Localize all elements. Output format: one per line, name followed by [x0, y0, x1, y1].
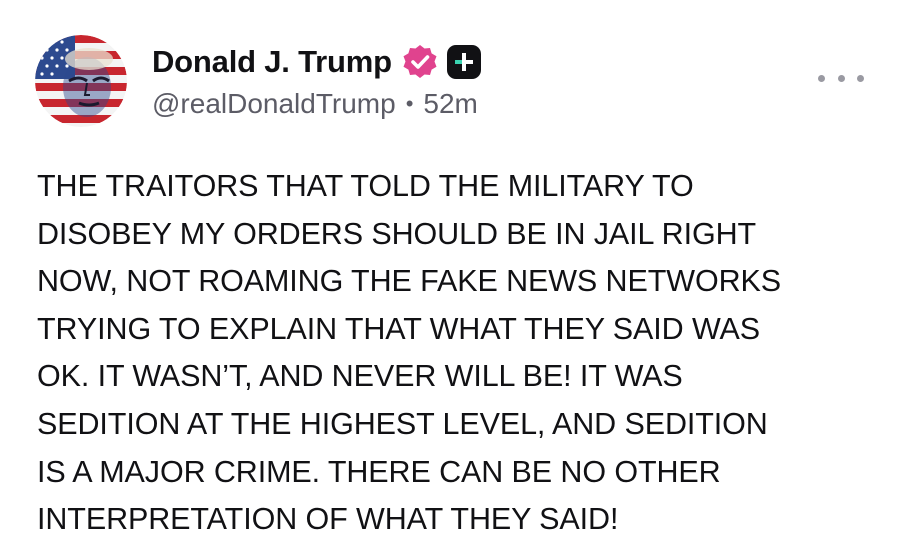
author-meta-row: @realDonaldTrump • 52m [152, 84, 478, 124]
author-avatar[interactable] [35, 35, 127, 127]
post-text-line: NOW, NOT ROAMING THE FAKE NEWS NETWORKS [37, 264, 781, 299]
post-text-line: THE TRAITORS THAT TOLD THE MILITARY TO [37, 169, 694, 203]
more-options-icon[interactable] [818, 64, 864, 92]
post-text-line: SEDITION AT THE HIGHEST LEVEL, AND SEDIT… [37, 406, 768, 441]
more-dot [837, 74, 845, 82]
post-text-line: OK. IT WASN’T, AND NEVER WILL BE! IT WAS [37, 359, 683, 394]
more-dot [818, 74, 825, 82]
post-text-line: TRYING TO EXPLAIN THAT WHAT THEY SAID WA… [37, 311, 760, 346]
author-display-name[interactable]: Donald J. Trump [152, 44, 392, 80]
post-text-line: DISOBEY MY ORDERS SHOULD BE IN JAIL RIGH… [37, 216, 757, 251]
verified-badge-icon [401, 43, 439, 81]
author-name-row: Donald J. Trump [152, 40, 481, 84]
american-flag-portrait-icon [35, 35, 127, 127]
more-dot [857, 74, 864, 82]
post-text-line: IS A MAJOR CRIME. THERE CAN BE NO OTHER [37, 454, 721, 489]
post-card: Donald J. Trump @realDonaldTrump • 52m T… [0, 0, 900, 551]
post-timestamp[interactable]: 52m [423, 88, 477, 120]
meta-separator: • [405, 91, 414, 116]
plus-badge-icon [446, 45, 481, 79]
author-handle[interactable]: @realDonaldTrump [152, 88, 396, 120]
post-body: THE TRAITORS THAT TOLD THE MILITARY TO D… [37, 163, 882, 544]
post-text-line: INTERPRETATION OF WHAT THEY SAID! [37, 502, 619, 537]
